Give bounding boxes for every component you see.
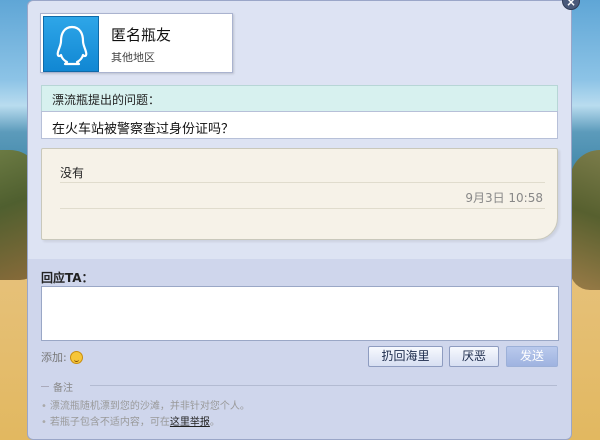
add-emoji-row: 添加:: [41, 349, 83, 365]
answer-bubble: 没有 9月3日 10:58: [41, 148, 558, 240]
bullet: •: [41, 401, 47, 412]
divider: [60, 208, 545, 209]
question-text: 在火车站被警察查过身份证吗？: [41, 111, 558, 139]
throw-back-button[interactable]: 扔回海里: [368, 346, 443, 367]
notes-heading: 备注: [41, 379, 73, 394]
background-rock-right: [570, 150, 600, 290]
region: 其他地区: [111, 51, 155, 64]
send-button[interactable]: 发送: [506, 346, 558, 367]
notes-dash: [41, 386, 49, 387]
reply-input[interactable]: [41, 286, 559, 341]
add-label: 添加:: [41, 351, 67, 364]
question-header: 漂流瓶提出的问题：: [41, 85, 558, 111]
profile-card: 匿名瓶友 其他地区: [40, 13, 233, 73]
qq-penguin-icon: [56, 25, 88, 66]
note-text: 若瓶子包含不适内容，可在: [49, 417, 170, 428]
bullet: •: [41, 417, 47, 428]
bottle-dialog: 匿名瓶友 其他地区 漂流瓶提出的问题： 在火车站被警察查过身份证吗？ 没有 9月…: [27, 0, 572, 440]
divider: [60, 182, 545, 183]
note-suffix: 。: [209, 417, 220, 428]
note-item: • 若瓶子包含不适内容，可在这里举报。: [41, 413, 220, 428]
avatar[interactable]: [43, 16, 99, 72]
notes-title: 备注: [53, 383, 73, 394]
note-item: • 漂流瓶随机漂到您的沙滩，并非针对您个人。: [41, 397, 250, 412]
nickname: 匿名瓶友: [111, 26, 172, 44]
answer-text: 没有: [60, 166, 85, 180]
notes-divider: [90, 385, 557, 386]
answer-timestamp: 9月3日 10:58: [465, 191, 543, 205]
report-link[interactable]: 这里举报: [170, 417, 210, 428]
note-text: 漂流瓶随机漂到您的沙滩，并非针对您个人。: [49, 401, 250, 412]
reply-label: 回应TA：: [41, 271, 94, 285]
smiley-icon[interactable]: [69, 350, 83, 364]
dislike-button[interactable]: 厌恶: [449, 346, 499, 367]
